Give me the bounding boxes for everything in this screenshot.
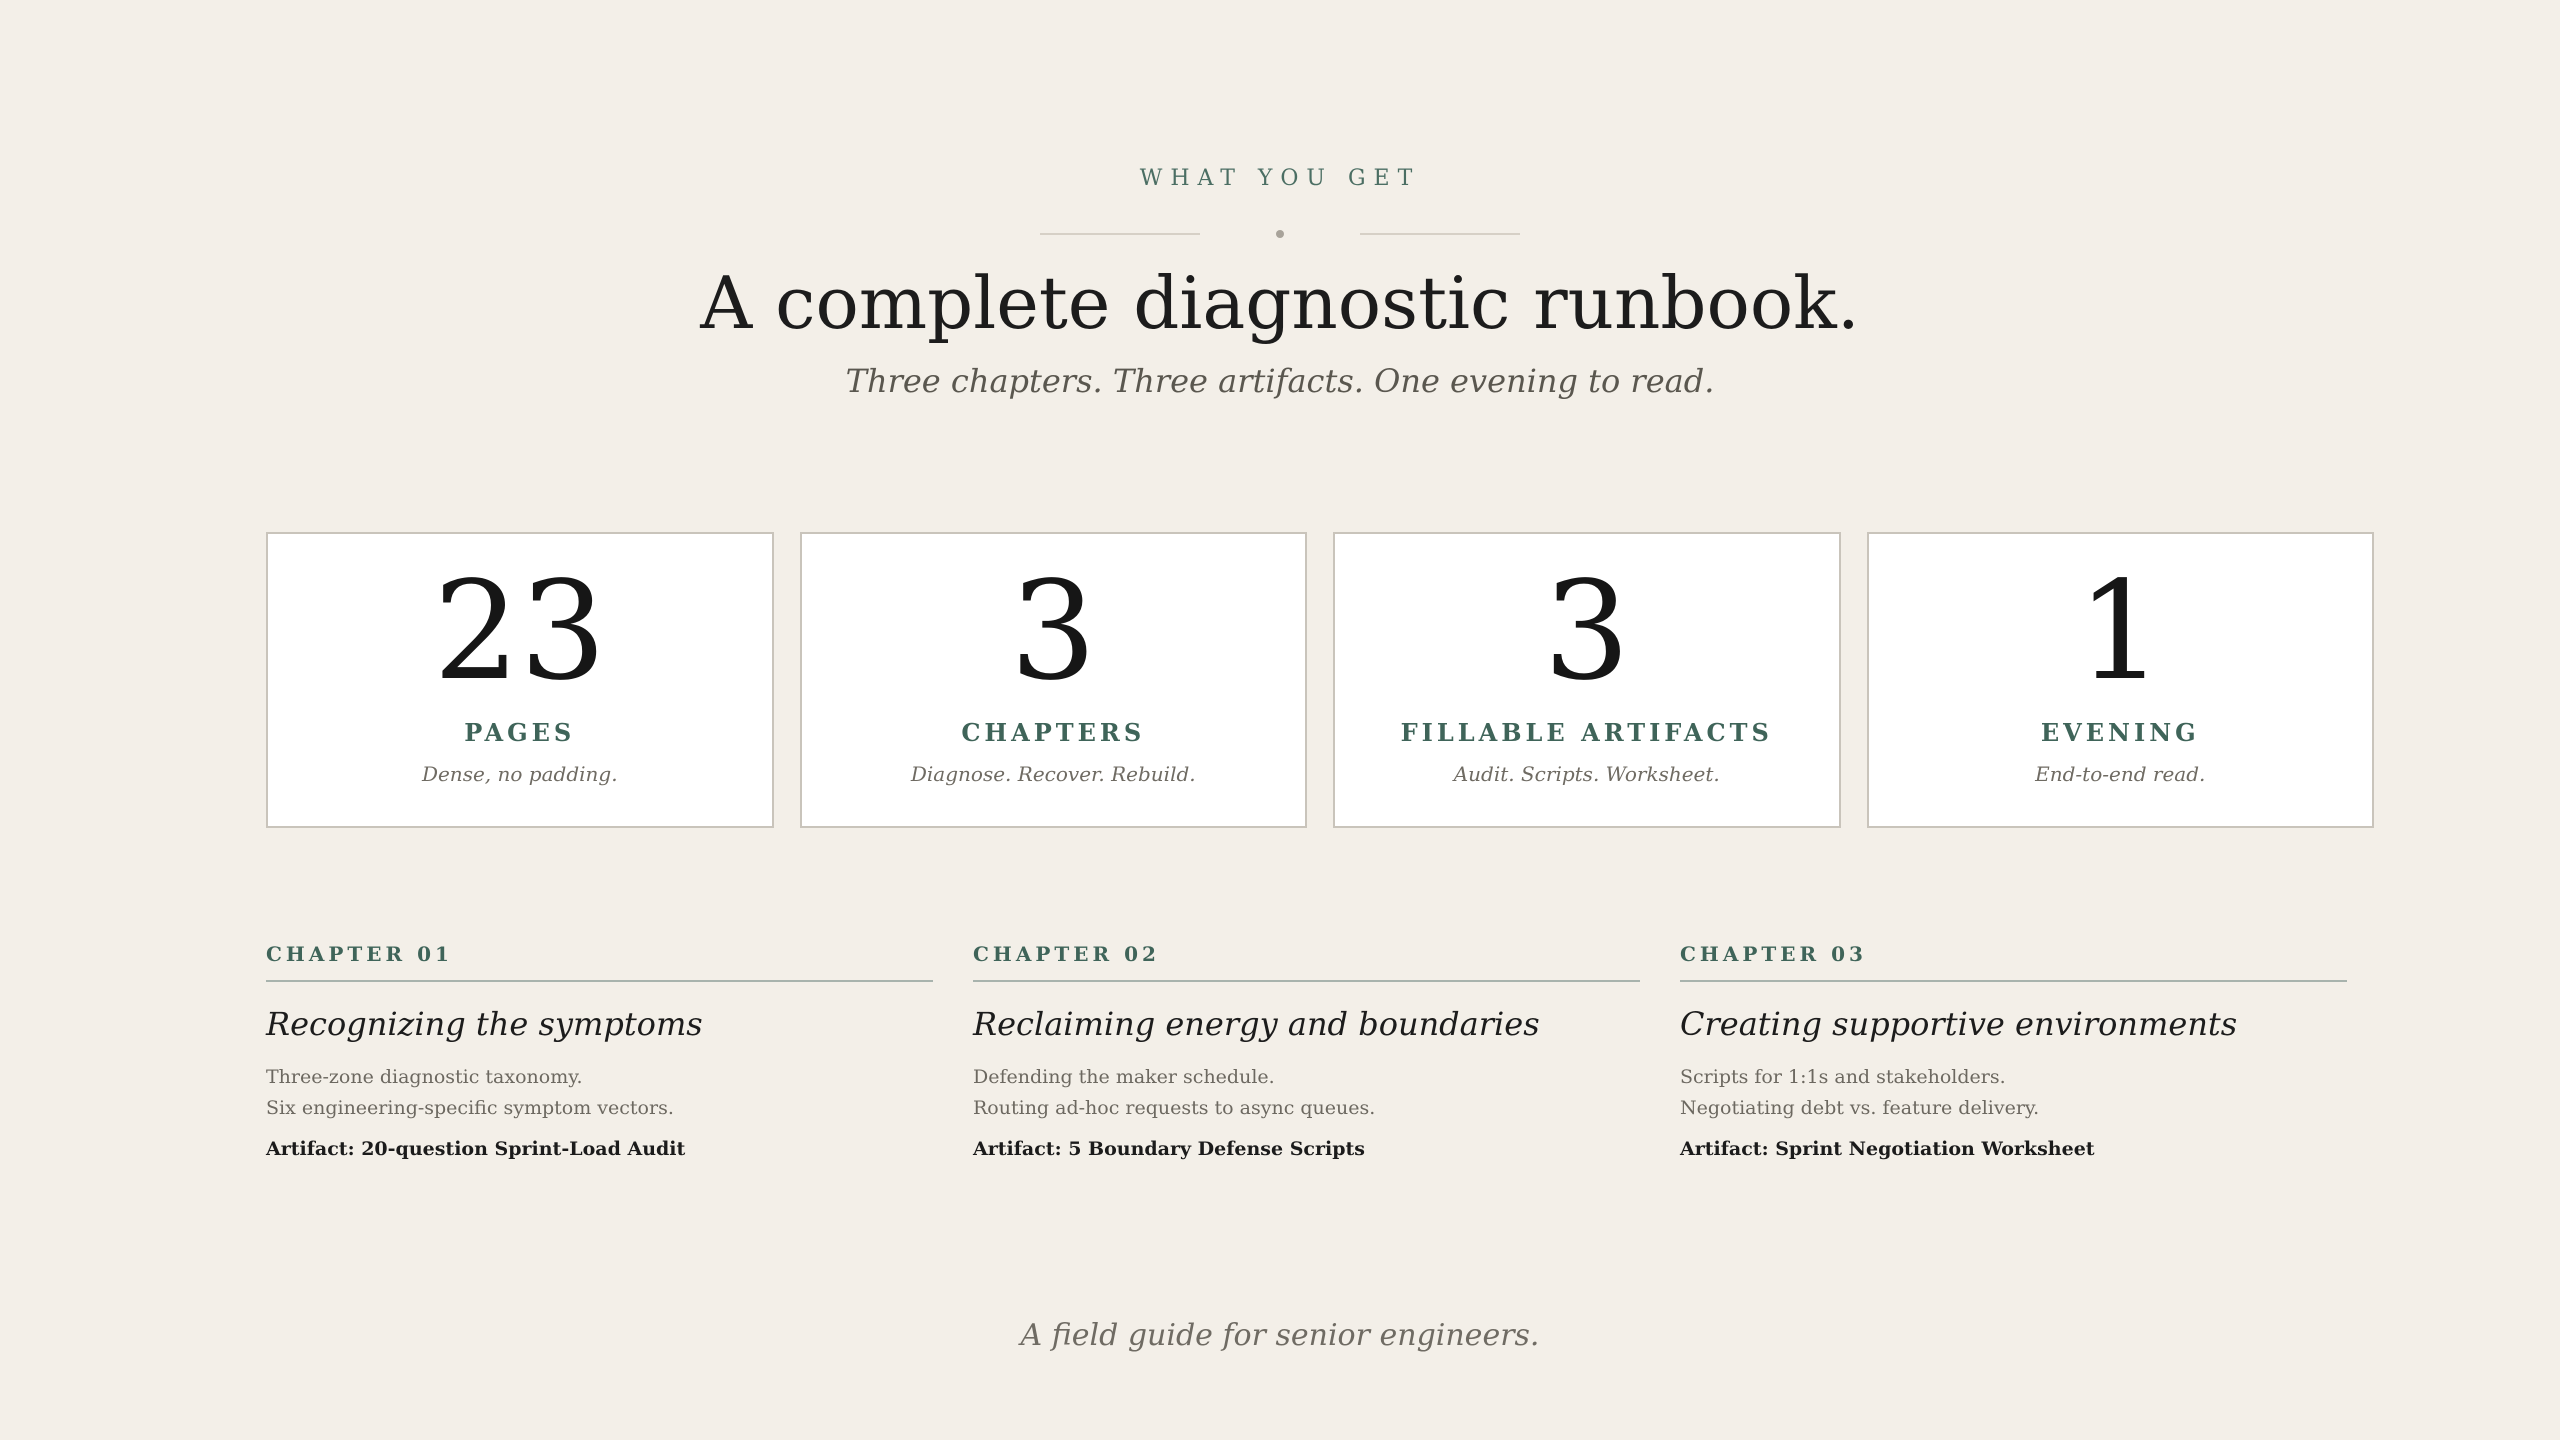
chapter-description-line: Negotiating debt vs. feature delivery.	[1680, 1097, 2040, 1119]
stat-label: EVENING	[2040, 718, 2200, 747]
stat-label: FILLABLE ARTIFACTS	[1400, 718, 1773, 747]
stat-number: 3	[1543, 553, 1631, 711]
section-title: A complete diagnostic runbook.	[700, 261, 1860, 345]
chapter-description-line: Scripts for 1:1s and stakeholders.	[1680, 1066, 2006, 1088]
chapter-title: Reclaiming energy and boundaries	[973, 1005, 1540, 1043]
chapter-title: Recognizing the symptoms	[266, 1005, 703, 1043]
chapters-row: CHAPTER 01 Recognizing the symptoms Thre…	[266, 940, 2348, 1162]
stat-card-chapters: 3 CHAPTERS Diagnose. Recover. Rebuild.	[799, 532, 1307, 828]
chapter-03: CHAPTER 03 Creating supportive environme…	[1680, 940, 2347, 1162]
chapter-01: CHAPTER 01 Recognizing the symptoms Thre…	[266, 940, 933, 1162]
chapter-artifact: Artifact: Sprint Negotiation Worksheet	[1680, 1138, 2095, 1160]
stat-label: CHAPTERS	[961, 718, 1146, 747]
footer-tagline: A field guide for senior engineers.	[1020, 1318, 1540, 1353]
chapter-artifact: Artifact: 5 Boundary Defense Scripts	[973, 1138, 1365, 1160]
divider-line-right	[1360, 233, 1520, 235]
stat-number: 23	[433, 553, 607, 711]
stat-note: Dense, no padding.	[421, 762, 618, 786]
chapter-rule	[1680, 980, 2347, 982]
section-eyebrow: WHAT YOU GET	[1139, 166, 1421, 191]
divider-line-left	[1040, 233, 1200, 235]
chapter-rule	[973, 980, 1640, 982]
chapter-kicker: CHAPTER 02	[973, 942, 1160, 966]
chapter-description-line: Six engineering-specific symptom vectors…	[266, 1097, 674, 1119]
chapter-description-line: Three-zone diagnostic taxonomy.	[266, 1066, 583, 1088]
stat-card-artifacts: 3 FILLABLE ARTIFACTS Audit. Scripts. Wor…	[1333, 532, 1841, 828]
chapter-rule	[266, 980, 933, 982]
chapter-kicker: CHAPTER 03	[1680, 942, 1867, 966]
chapter-artifact: Artifact: 20-question Sprint-Load Audit	[266, 1138, 686, 1160]
chapter-description-line: Defending the maker schedule.	[973, 1066, 1275, 1088]
stat-card-pages: 23 PAGES Dense, no padding.	[266, 532, 774, 828]
chapter-kicker: CHAPTER 01	[266, 942, 453, 966]
what-you-get-section: WHAT YOU GET A complete diagnostic runbo…	[0, 0, 2560, 1440]
stat-number: 1	[2076, 553, 2164, 711]
stat-note: End-to-end read.	[2035, 762, 2206, 786]
stat-number: 3	[1009, 553, 1097, 711]
section-subtitle: Three chapters. Three artifacts. One eve…	[845, 362, 1715, 400]
stat-label: PAGES	[464, 718, 576, 747]
stats-row: 23 PAGES Dense, no padding. 3 CHAPTERS D…	[266, 532, 2374, 828]
stat-card-evening: 1 EVENING End-to-end read.	[1866, 532, 2374, 828]
stat-note: Diagnose. Recover. Rebuild.	[910, 762, 1196, 786]
ornamental-divider	[1040, 230, 1520, 238]
chapter-description-line: Routing ad-hoc requests to async queues.	[973, 1097, 1376, 1119]
chapter-title: Creating supportive environments	[1680, 1005, 2238, 1043]
chapter-02: CHAPTER 02 Reclaiming energy and boundar…	[973, 940, 1640, 1162]
stat-note: Audit. Scripts. Worksheet.	[1453, 762, 1720, 786]
divider-dot-icon	[1276, 230, 1284, 238]
